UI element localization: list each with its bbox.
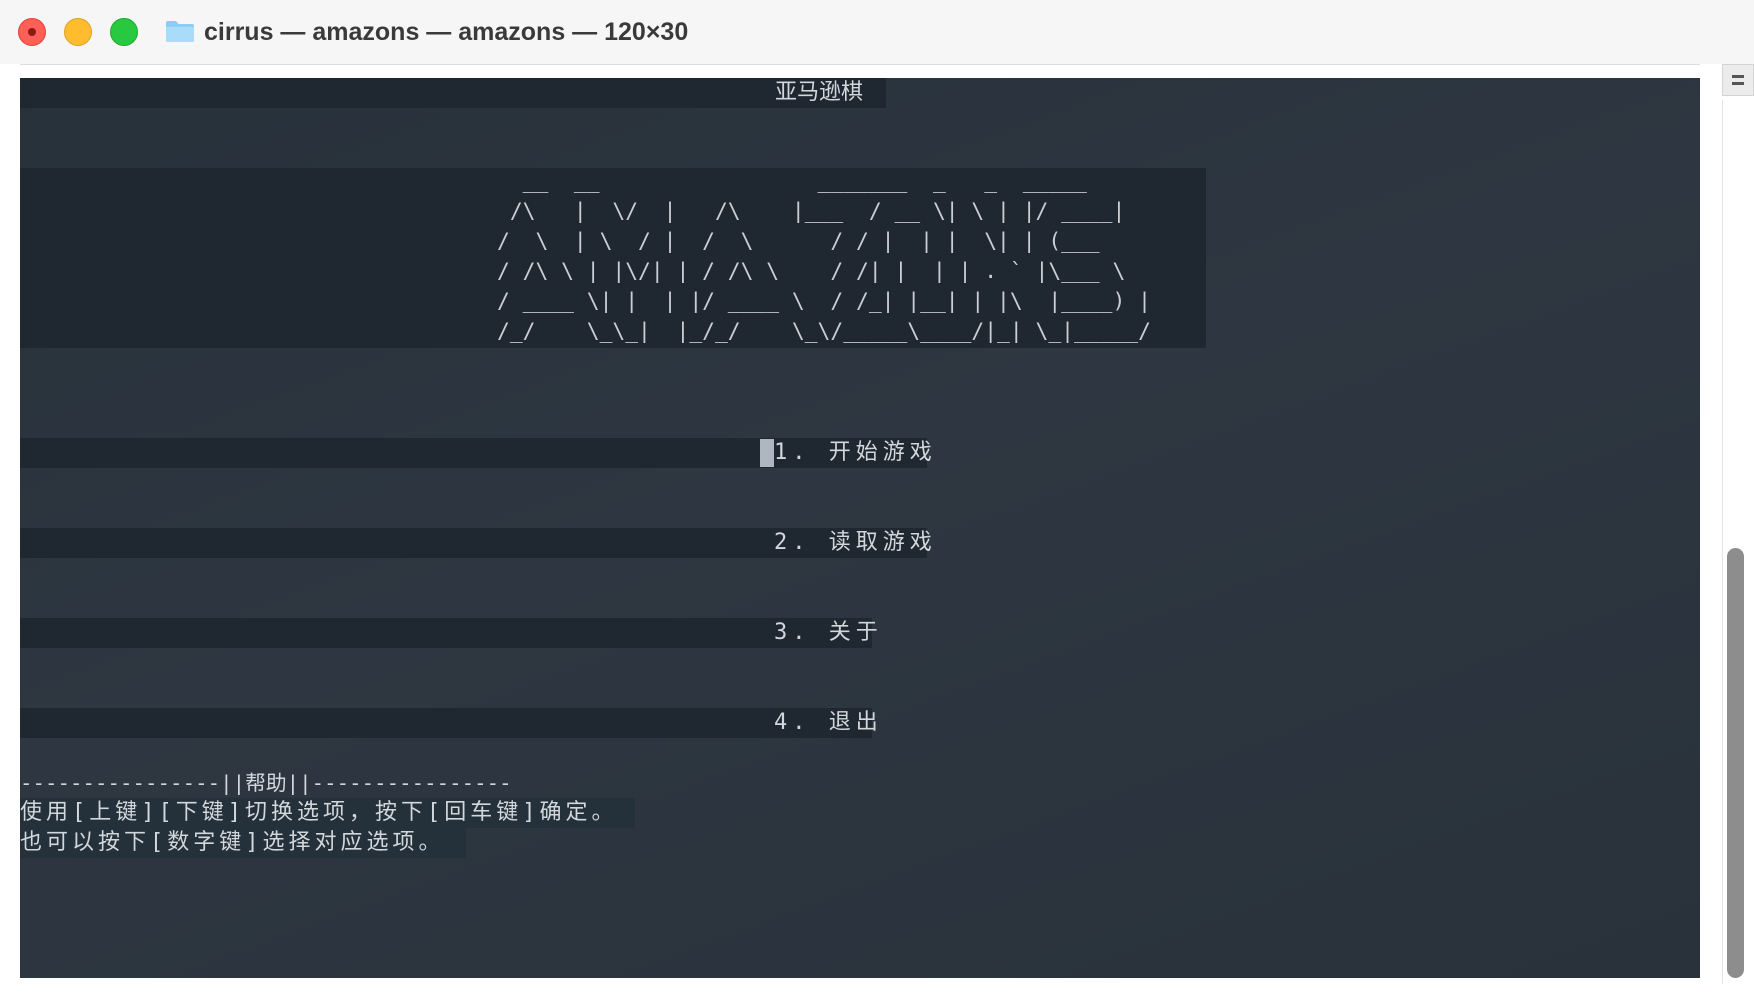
minimize-button[interactable] xyxy=(64,18,92,46)
title-bar[interactable]: cirrus — amazons — amazons — 120×30 xyxy=(0,0,1754,65)
folder-icon xyxy=(166,21,194,42)
help-line-2: 也可以按下[数字键]选择对应选项。 xyxy=(20,830,445,855)
terminal-content[interactable]: 亚马逊棋 __ __ _______ _ _ _____ /\ | \/ | /… xyxy=(20,78,1700,978)
split-pane-icon[interactable] xyxy=(1722,64,1754,96)
game-title: 亚马逊棋 xyxy=(775,80,864,105)
close-button[interactable] xyxy=(18,18,46,46)
help-line-1: 使用[上键][下键]切换选项，按下[回车键]确定。 xyxy=(20,800,618,825)
maximize-button[interactable] xyxy=(110,18,138,46)
title-band xyxy=(20,78,886,108)
menu-item-about[interactable]: 3. 关于 xyxy=(774,618,883,648)
scrollbar-thumb[interactable] xyxy=(1727,548,1744,978)
menu-band-3 xyxy=(20,618,872,648)
menu-item-load-game[interactable]: 2. 读取游戏 xyxy=(774,528,937,558)
menu-item-start-game[interactable]: 1. 开始游戏 xyxy=(760,438,937,468)
terminal-window: cirrus — amazons — amazons — 120×30 亚马逊棋… xyxy=(0,0,1754,998)
menu-item-label: 1. 开始游戏 xyxy=(774,440,937,465)
selection-cursor xyxy=(760,439,774,467)
window-title: cirrus — amazons — amazons — 120×30 xyxy=(204,18,689,46)
menu-band-4 xyxy=(20,708,872,738)
menu-item-exit[interactable]: 4. 退出 xyxy=(774,708,883,738)
ascii-logo: __ __ _______ _ _ _____ /\ | \/ | /\ |__… xyxy=(497,169,1151,344)
close-dot-icon xyxy=(28,28,36,36)
left-gutter xyxy=(0,64,20,998)
help-header: ----------------||帮助||---------------- xyxy=(20,771,512,795)
